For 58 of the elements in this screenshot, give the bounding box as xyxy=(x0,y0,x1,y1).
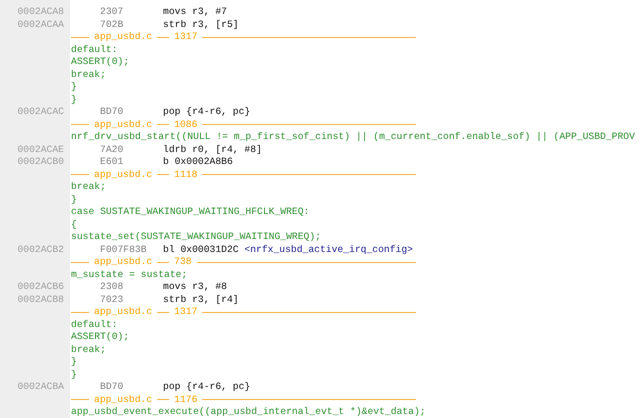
opcode-bytes: 7023 xyxy=(99,294,124,306)
source-line: ASSERT(0); xyxy=(71,56,130,67)
source-line-number: 1086 xyxy=(174,118,198,131)
opcode-bytes: E601 xyxy=(99,156,124,168)
source-file-name: app_usbd.c xyxy=(94,256,152,268)
source-file-name: app_usbd.c xyxy=(94,168,152,181)
source-file-name: app_usbd.c xyxy=(94,31,152,44)
source-line: break; xyxy=(71,68,106,80)
source-line-number: 738 xyxy=(174,256,192,268)
instruction: b 0x0002A8B6 xyxy=(163,156,233,167)
source-line: break; xyxy=(71,181,106,192)
address: 0002ACBA xyxy=(17,381,64,392)
instruction: bl 0x00031D2C xyxy=(163,244,239,254)
source-line: default: xyxy=(71,44,118,54)
source-line-number: 1176 xyxy=(174,394,198,406)
source-line: app_usbd_event_execute((app_usbd_internal_evt_t *)&evt_data); xyxy=(71,406,426,417)
opcode-bytes: BD70 xyxy=(99,106,124,118)
source-file-name: app_usbd.c xyxy=(94,306,152,318)
instruction: pop {r4-r6, pc} xyxy=(163,381,250,392)
opcode-bytes: 7A20 xyxy=(99,144,124,156)
source-line: break; xyxy=(71,344,106,354)
address: 0002ACB6 xyxy=(17,281,64,292)
source-line: } xyxy=(71,94,77,104)
opcode-bytes: 2308 xyxy=(99,281,124,294)
source-line: } xyxy=(71,194,77,204)
source-file-name: app_usbd.c xyxy=(94,394,152,406)
source-line: } xyxy=(71,368,77,380)
opcode-bytes: F007F83B xyxy=(99,244,148,256)
source-line-number: 1317 xyxy=(174,306,198,318)
source-line: m_sustate = sustate; xyxy=(71,268,188,280)
opcode-bytes: 702B xyxy=(99,18,124,31)
source-line: case SUSTATE_WAKINGUP_WAITING_HFCLK_WREQ: xyxy=(71,206,310,217)
instruction: ldrb r0, [r4, #8] xyxy=(163,144,262,154)
address: 0002ACA8 xyxy=(17,6,64,17)
source-line: nrf_drv_usbd_start((NULL != m_p_first_sof_cinst) || (m_current_conf.enable_sof) || (APP_USBD_PROV xyxy=(71,131,635,142)
instruction: movs r3, #7 xyxy=(163,6,227,17)
instruction: movs r3, #8 xyxy=(163,281,227,292)
symbol-name: <nrfx_usbd_active_irq_config> xyxy=(244,244,413,254)
address: 0002ACAE xyxy=(17,144,64,154)
source-line-number: 1317 xyxy=(174,31,198,44)
address: 0002ACAC xyxy=(17,106,64,117)
source-file-name: app_usbd.c xyxy=(94,118,152,131)
address: 0002ACAA xyxy=(17,18,64,30)
source-line-number: 1118 xyxy=(174,168,198,181)
instruction: pop {r4-r6, pc} xyxy=(163,106,250,117)
source-line: ASSERT(0); xyxy=(71,331,130,342)
source-line: default: xyxy=(71,318,118,330)
instruction: strb r3, [r5] xyxy=(163,18,239,30)
source-line: sustate_set(SUSTATE_WAKINGUP_WAITING_WREQ); xyxy=(71,231,321,242)
source-line: { xyxy=(71,218,77,230)
instruction: strb r3, [r4] xyxy=(163,294,239,304)
opcode-bytes: BD70 xyxy=(99,381,124,394)
source-line: } xyxy=(71,81,77,92)
source-line: } xyxy=(71,356,77,367)
address: 0002ACB0 xyxy=(17,156,64,167)
opcode-bytes: 2307 xyxy=(99,6,124,18)
address: 0002ACB2 xyxy=(17,244,64,254)
address: 0002ACB8 xyxy=(17,294,64,304)
